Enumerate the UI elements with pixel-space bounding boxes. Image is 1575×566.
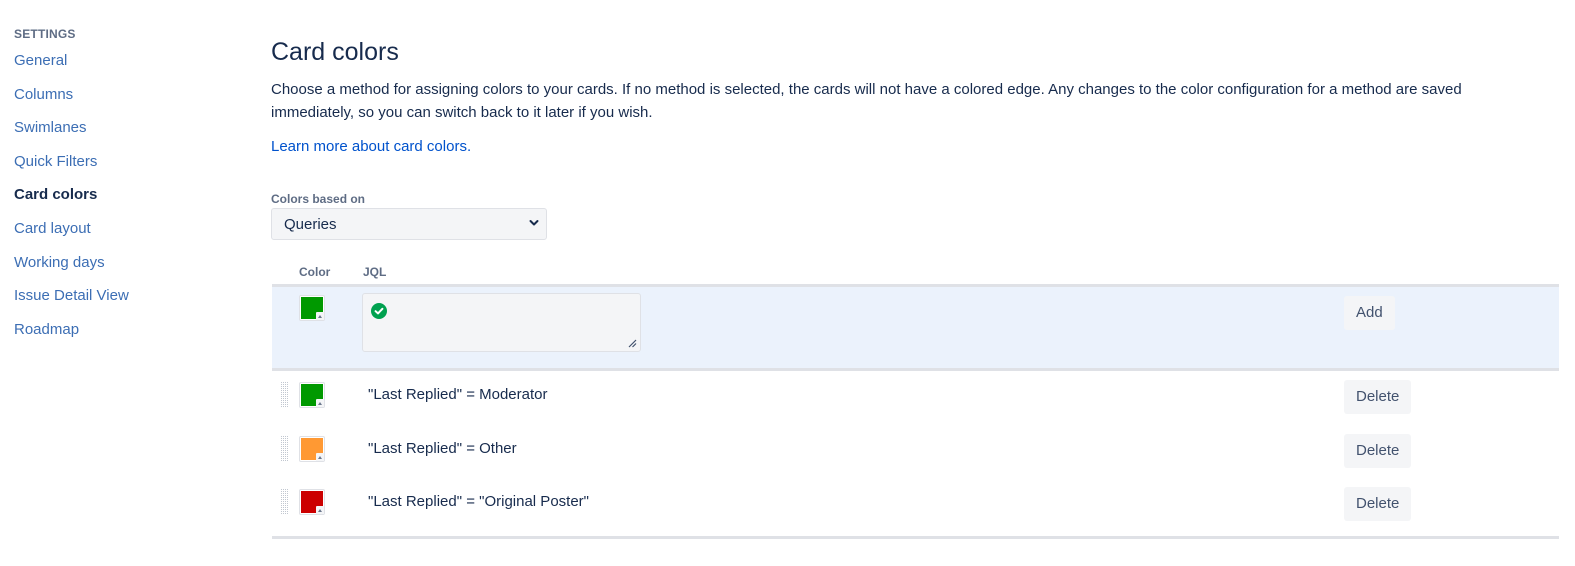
colors-based-on-select[interactable]: Queries [271,208,547,240]
rule-row: "Last Replied" = Moderator Delete [272,371,1559,425]
colors-based-on-label: Colors based on [271,192,366,206]
resize-handle-icon[interactable] [628,339,637,348]
jql-input[interactable] [362,293,641,352]
table-bottom-border [272,535,1559,539]
rule-jql[interactable]: "Last Replied" = Other [368,440,517,457]
drag-handle-icon[interactable] [281,489,289,515]
color-picker[interactable] [299,489,325,515]
rule-row: "Last Replied" = "Original Poster" Delet… [272,478,1559,532]
settings-sidebar: SETTINGS General Columns Swimlanes Quick… [14,26,214,353]
column-header-color: Color [299,265,331,279]
drag-handle-icon[interactable] [281,435,289,462]
picker-arrow-icon [316,312,324,320]
delete-button[interactable]: Delete [1344,433,1412,468]
rule-row: "Last Replied" = Other Delete [272,425,1559,479]
sidebar-item-card-layout[interactable]: Card layout [14,219,214,253]
sidebar-item-quick-filters[interactable]: Quick Filters [14,152,214,186]
check-circle-icon [371,303,387,319]
sidebar-item-issue-detail-view[interactable]: Issue Detail View [14,286,214,320]
sidebar-heading: SETTINGS [14,27,76,41]
delete-button[interactable]: Delete [1344,380,1412,414]
delete-button[interactable]: Delete [1344,487,1412,521]
page-title: Card colors [271,38,399,66]
table-header: Color JQL [272,263,1559,284]
rule-jql[interactable]: "Last Replied" = "Original Poster" [368,493,589,510]
chevron-down-icon [529,220,539,226]
select-value: Queries [284,216,337,233]
sidebar-item-card-colors[interactable]: Card colors [14,185,214,219]
card-colors-panel: Card colors Choose a method for assignin… [271,36,1559,539]
drag-handle-icon[interactable] [281,382,289,408]
picker-arrow-icon [316,399,324,407]
sidebar-item-columns[interactable]: Columns [14,85,214,119]
add-rule-row: Add [272,284,1559,371]
picker-arrow-icon [316,506,324,514]
learn-more-link[interactable]: Learn more about card colors. [271,138,471,155]
color-picker[interactable] [299,435,325,462]
sidebar-item-roadmap[interactable]: Roadmap [14,320,214,354]
column-header-jql: JQL [363,265,387,279]
rule-jql[interactable]: "Last Replied" = Moderator [368,386,548,403]
sidebar-item-general[interactable]: General [14,51,214,85]
sidebar-item-working-days[interactable]: Working days [14,253,214,287]
color-picker[interactable] [299,382,325,408]
sidebar-item-swimlanes[interactable]: Swimlanes [14,118,214,152]
page-description: Choose a method for assigning colors to … [271,81,1462,121]
color-picker[interactable] [299,295,325,321]
add-button[interactable]: Add [1344,296,1395,330]
card-colors-table: Color JQL Add "Last Replied" = Moderator… [272,263,1559,539]
picker-arrow-icon [316,452,324,461]
